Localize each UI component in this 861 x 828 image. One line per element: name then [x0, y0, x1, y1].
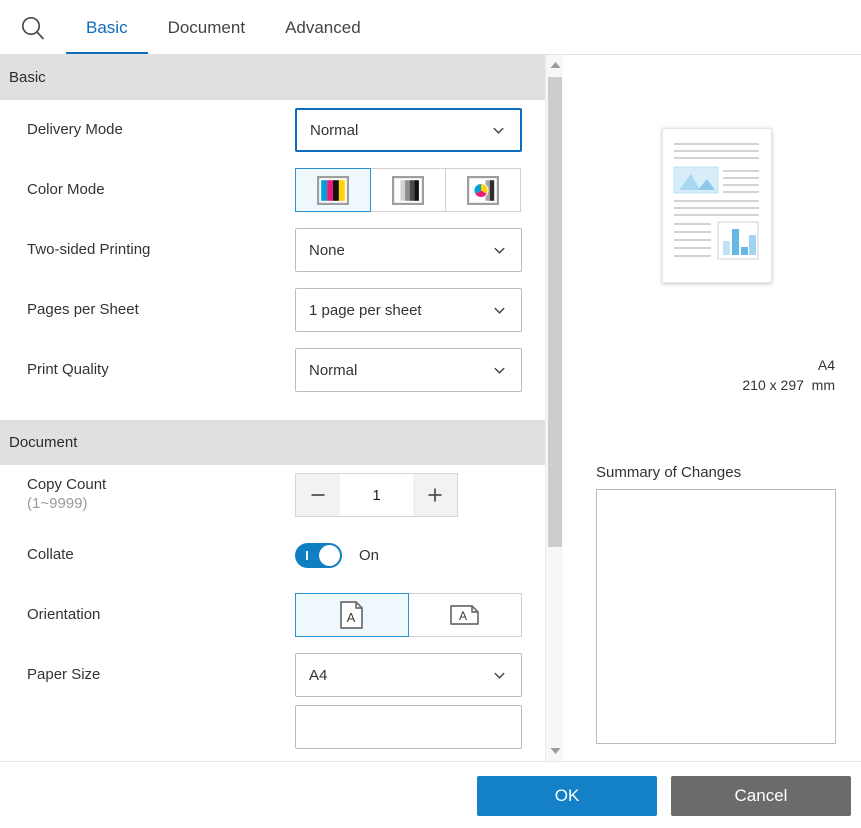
- section-header-document-label: Document: [9, 434, 78, 451]
- section-header-document: Document: [0, 420, 545, 465]
- page-preview-thumbnail: [663, 129, 771, 282]
- cancel-button[interactable]: Cancel: [671, 776, 851, 816]
- tab-document-label: Document: [167, 17, 246, 37]
- dropdown-pages-per-sheet[interactable]: 1 page per sheet: [295, 288, 522, 332]
- ok-button[interactable]: OK: [477, 776, 657, 816]
- row-color-mode: Color Mode: [0, 160, 545, 220]
- label-copy-count-main: Copy Count: [27, 476, 107, 494]
- tab-bar: Basic Document Advanced: [0, 0, 861, 55]
- dropdown-paper-size[interactable]: A4: [295, 653, 522, 697]
- color-cmyk-icon: [317, 175, 349, 205]
- page-preview: [662, 128, 772, 283]
- row-paper-size: Paper Size A4: [0, 645, 545, 705]
- orientation-option-landscape[interactable]: A: [408, 593, 522, 637]
- dropdown-two-sided-printing[interactable]: None: [295, 228, 522, 272]
- row-copy-count: Copy Count (1~9999) 1: [0, 465, 545, 525]
- paper-size-dimensions: 210 x 297 mm: [742, 375, 835, 395]
- color-wheel-icon: [467, 175, 499, 205]
- color-mode-option-grayscale[interactable]: [370, 168, 446, 212]
- row-collate: Collate On: [0, 525, 545, 585]
- row-clipped-partial: [0, 705, 545, 749]
- paper-size-dimension-value: 210 x 297: [742, 377, 804, 394]
- summary-of-changes-box[interactable]: [596, 489, 836, 744]
- toggle-knob: [319, 544, 340, 566]
- scrollbar-down-button[interactable]: [546, 741, 564, 761]
- dropdown-delivery-mode[interactable]: Normal: [295, 108, 522, 152]
- dialog-footer: OK Cancel: [0, 761, 861, 828]
- segment-orientation: A A: [295, 593, 522, 637]
- search-icon: [21, 16, 44, 39]
- row-two-sided-printing: Two-sided Printing None: [0, 220, 545, 280]
- chevron-down-icon: [494, 307, 505, 314]
- section-header-basic: Basic: [0, 55, 545, 100]
- dropdown-clipped-partial[interactable]: [295, 705, 522, 749]
- segment-color-mode: [295, 168, 521, 212]
- row-pages-per-sheet: Pages per Sheet 1 page per sheet: [0, 280, 545, 340]
- label-paper-size: Paper Size: [27, 665, 101, 683]
- label-copy-count-range: (1~9999): [27, 495, 88, 512]
- tab-basic-label: Basic: [86, 17, 128, 37]
- collate-toggle-wrap: On: [295, 542, 380, 568]
- scrollbar-thumb[interactable]: [548, 77, 562, 547]
- label-pages-per-sheet: Pages per Sheet: [27, 300, 139, 318]
- caret-up-icon: [550, 62, 560, 68]
- label-orientation: Orientation: [27, 605, 101, 623]
- chevron-down-icon: [493, 127, 504, 134]
- collate-toggle[interactable]: [295, 542, 342, 568]
- copy-count-decrement-button[interactable]: [296, 474, 340, 516]
- color-mode-option-cmyk[interactable]: [295, 168, 371, 212]
- dropdown-print-quality[interactable]: Normal: [295, 348, 522, 392]
- dropdown-paper-size-value: A4: [309, 666, 328, 684]
- summary-of-changes-label: Summary of Changes: [596, 464, 742, 481]
- landscape-icon: A: [450, 605, 479, 625]
- chevron-down-icon: [494, 367, 505, 374]
- label-copy-count: Copy Count (1~9999): [27, 476, 295, 514]
- minus-icon: [311, 494, 325, 496]
- paper-size-info: A4 210 x 297 mm: [742, 355, 835, 396]
- tab-document[interactable]: Document: [148, 0, 265, 55]
- caret-down-icon: [550, 748, 560, 754]
- tab-basic[interactable]: Basic: [66, 0, 148, 55]
- print-settings-dialog: Basic Document Advanced Basic Delivery M…: [0, 0, 861, 828]
- section-header-basic-label: Basic: [9, 69, 46, 86]
- portrait-icon: A: [340, 601, 363, 629]
- svg-text:A: A: [347, 610, 356, 625]
- search-button[interactable]: [0, 0, 66, 55]
- chevron-down-icon: [494, 247, 505, 254]
- row-orientation: Orientation A A: [0, 585, 545, 645]
- scrollbar-up-button[interactable]: [546, 55, 564, 75]
- settings-pane: Basic Delivery Mode Normal Color Mode Tw…: [0, 55, 545, 761]
- svg-text:A: A: [459, 609, 467, 623]
- copy-count-increment-button[interactable]: [413, 474, 457, 516]
- label-delivery-mode: Delivery Mode: [27, 120, 123, 138]
- orientation-option-portrait[interactable]: A: [295, 593, 409, 637]
- preview-pane: A4 210 x 297 mm Summary of Changes: [564, 55, 861, 761]
- toggle-on-marker: [306, 550, 308, 560]
- row-print-quality: Print Quality Normal: [0, 340, 545, 400]
- tab-advanced-label: Advanced: [285, 17, 361, 37]
- plus-icon: [428, 488, 442, 502]
- grayscale-icon: [392, 175, 424, 205]
- chevron-down-icon: [494, 672, 505, 679]
- stepper-copy-count: 1: [295, 473, 458, 517]
- dropdown-pages-per-sheet-value: 1 page per sheet: [309, 301, 422, 319]
- dropdown-two-sided-printing-value: None: [309, 241, 345, 259]
- dropdown-print-quality-value: Normal: [309, 361, 358, 379]
- copy-count-value[interactable]: 1: [340, 474, 413, 516]
- paper-size-name: A4: [817, 357, 835, 373]
- collate-state-label: On: [359, 546, 380, 564]
- label-print-quality: Print Quality: [27, 360, 109, 378]
- label-two-sided-printing: Two-sided Printing: [27, 240, 151, 258]
- tab-advanced[interactable]: Advanced: [265, 0, 381, 55]
- label-collate: Collate: [27, 545, 74, 563]
- row-delivery-mode: Delivery Mode Normal: [0, 100, 545, 160]
- dropdown-delivery-mode-value: Normal: [310, 121, 359, 139]
- settings-scrollbar[interactable]: [545, 55, 563, 761]
- paper-size-units: mm: [811, 377, 835, 394]
- color-mode-option-color-wheel[interactable]: [445, 168, 521, 212]
- label-color-mode: Color Mode: [27, 180, 105, 198]
